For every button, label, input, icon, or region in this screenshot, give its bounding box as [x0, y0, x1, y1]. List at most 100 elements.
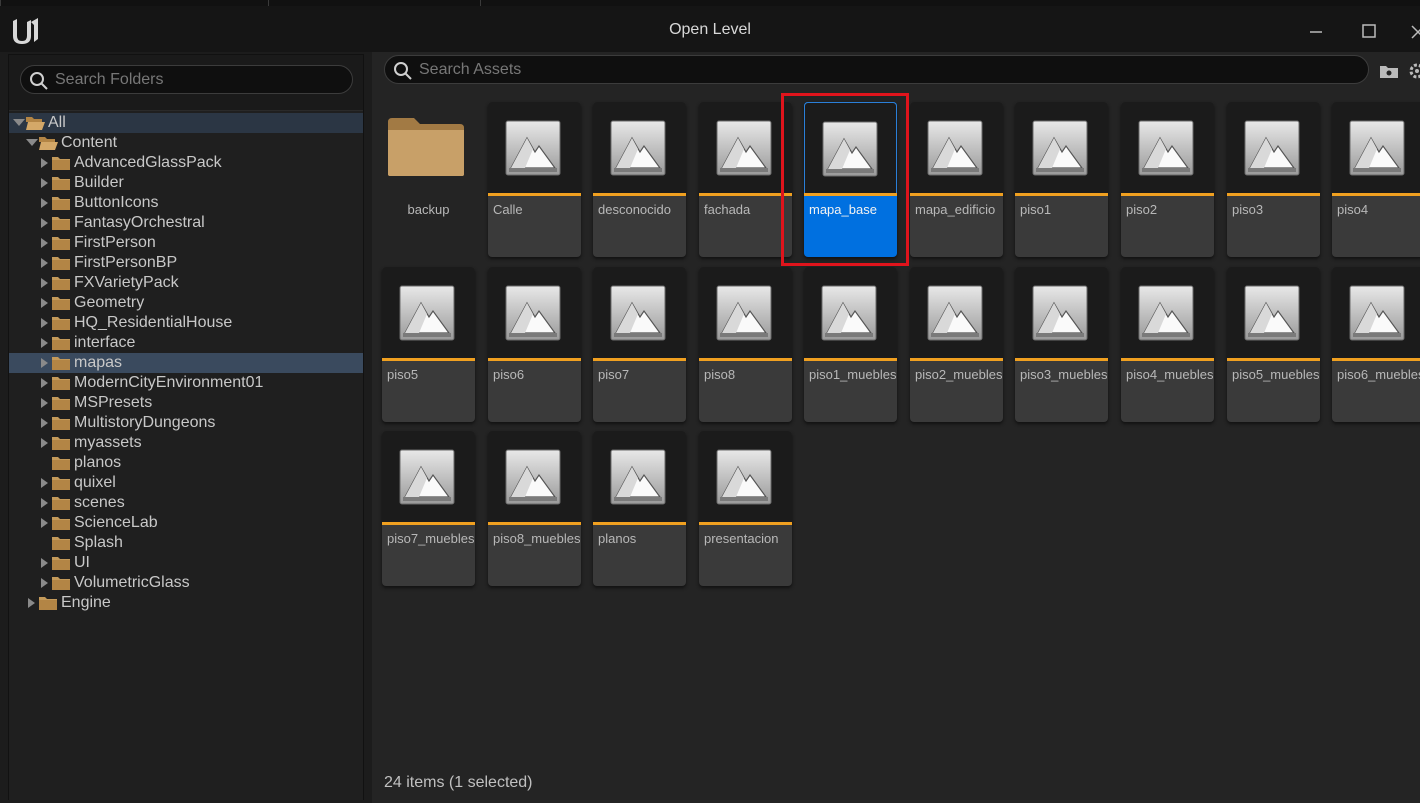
search-folders-box[interactable] [20, 65, 353, 94]
chevron-right-icon[interactable] [41, 498, 48, 508]
asset-level-tile[interactable]: piso6_muebles [1332, 267, 1420, 422]
asset-level-tile[interactable]: piso3_muebles [1015, 267, 1108, 422]
top-strip-segment [0, 0, 268, 6]
chevron-right-icon[interactable] [41, 398, 48, 408]
chevron-down-icon[interactable] [13, 119, 25, 126]
tree-item-interface[interactable]: interface [9, 333, 363, 353]
asset-level-tile[interactable]: piso8 [699, 267, 792, 422]
asset-level-tile[interactable]: planos [593, 431, 686, 586]
search-folders-input[interactable] [55, 66, 342, 93]
gear-icon[interactable] [1406, 60, 1420, 82]
chevron-down-icon[interactable] [26, 139, 38, 146]
asset-level-tile[interactable]: piso7 [593, 267, 686, 422]
asset-level-tile[interactable]: piso5 [382, 267, 475, 422]
tree-item-volumetricglass[interactable]: VolumetricGlass [9, 573, 363, 593]
folder-tree[interactable]: All Content AdvancedGlassPack Builder Button… [9, 110, 363, 800]
chevron-right-icon[interactable] [41, 478, 48, 488]
chevron-right-icon[interactable] [41, 258, 48, 268]
asset-level-tile[interactable]: piso5_muebles [1227, 267, 1320, 422]
chevron-right-icon[interactable] [41, 578, 48, 588]
asset-name: mapa_edificio [915, 202, 996, 217]
tree-item-label: ButtonIcons [74, 194, 159, 211]
asset-level-tile[interactable]: piso2 [1121, 102, 1214, 257]
folder-icon [51, 415, 71, 431]
chevron-right-icon[interactable] [41, 338, 48, 348]
asset-level-tile[interactable]: piso1 [1015, 102, 1108, 257]
maximize-icon[interactable] [1354, 16, 1384, 46]
close-icon[interactable] [1402, 16, 1420, 46]
chevron-right-icon[interactable] [28, 598, 35, 608]
chevron-right-icon[interactable] [41, 278, 48, 288]
tree-item-hq-residentialhouse[interactable]: HQ_ResidentialHouse [9, 313, 363, 333]
tree-item-multistorydungeons[interactable]: MultistoryDungeons [9, 413, 363, 433]
tree-item-label: Builder [74, 174, 124, 191]
chevron-right-icon[interactable] [41, 158, 48, 168]
asset-thumbnail [488, 102, 581, 194]
chevron-right-icon[interactable] [41, 358, 48, 368]
asset-level-tile[interactable]: Calle [488, 102, 581, 257]
chevron-right-icon[interactable] [41, 558, 48, 568]
tree-item-geometry[interactable]: Geometry [9, 293, 363, 313]
top-strip-segment [480, 0, 490, 6]
tree-item-moderncityenvironment01[interactable]: ModernCityEnvironment01 [9, 373, 363, 393]
asset-level-tile[interactable]: piso4_muebles [1121, 267, 1214, 422]
tree-item-scenes[interactable]: scenes [9, 493, 363, 513]
chevron-right-icon[interactable] [41, 418, 48, 428]
tree-item-firstperson[interactable]: FirstPerson [9, 233, 363, 253]
folder-view-icon[interactable] [1378, 60, 1400, 82]
search-assets-box[interactable] [384, 55, 1369, 84]
chevron-right-icon[interactable] [41, 218, 48, 228]
asset-level-tile[interactable]: piso2_muebles [910, 267, 1003, 422]
chevron-right-icon[interactable] [41, 518, 48, 528]
chevron-right-icon[interactable] [41, 198, 48, 208]
asset-level-tile[interactable]: piso4 [1332, 102, 1420, 257]
search-assets-input[interactable] [419, 56, 1358, 83]
asset-level-tile[interactable]: mapa_edificio [910, 102, 1003, 257]
tree-item-fxvarietypack[interactable]: FXVarietyPack [9, 273, 363, 293]
asset-level-tile[interactable]: presentacion [699, 431, 792, 586]
chevron-right-icon[interactable] [41, 318, 48, 328]
asset-name: piso5 [387, 367, 419, 382]
tree-item-sciencelab[interactable]: ScienceLab [9, 513, 363, 533]
tree-item-label: MSPresets [74, 394, 153, 411]
tree-item-mspresets[interactable]: MSPresets [9, 393, 363, 413]
asset-level-tile[interactable]: piso3 [1227, 102, 1320, 257]
asset-thumbnail [1015, 267, 1108, 359]
tree-item-ui[interactable]: UI [9, 553, 363, 573]
asset-level-tile[interactable]: piso7_muebles [382, 431, 475, 586]
chevron-right-icon[interactable] [41, 378, 48, 388]
asset-thumbnail [382, 431, 475, 523]
tree-item-quixel[interactable]: quixel [9, 473, 363, 493]
tree-item-mapas[interactable]: mapas [9, 353, 363, 373]
tree-item-fantasyorchestral[interactable]: FantasyOrchestral [9, 213, 363, 233]
chevron-right-icon[interactable] [41, 298, 48, 308]
asset-type-bar [488, 522, 581, 525]
asset-level-tile[interactable]: piso1_muebles [804, 267, 897, 422]
asset-level-tile[interactable]: piso8_muebles [488, 431, 581, 586]
tree-item-label: FXVarietyPack [74, 274, 179, 291]
chevron-right-icon[interactable] [41, 178, 48, 188]
tree-item-buttonicons[interactable]: ButtonIcons [9, 193, 363, 213]
asset-level-tile[interactable]: fachada [699, 102, 792, 257]
folder-icon [51, 395, 71, 411]
asset-thumbnail [1015, 102, 1108, 194]
asset-type-bar [382, 358, 475, 361]
tree-item-builder[interactable]: Builder [9, 173, 363, 193]
asset-name: piso7 [598, 367, 630, 382]
asset-level-tile[interactable]: piso6 [488, 267, 581, 422]
tree-item-firstpersonbp[interactable]: FirstPersonBP [9, 253, 363, 273]
chevron-right-icon[interactable] [41, 438, 48, 448]
tree-item-advancedglasspack[interactable]: AdvancedGlassPack [9, 153, 363, 173]
tree-item-engine[interactable]: Engine [9, 593, 363, 613]
chevron-right-icon[interactable] [41, 238, 48, 248]
tree-item-splash[interactable]: Splash [9, 533, 363, 553]
tree-item-all[interactable]: All [9, 113, 363, 133]
level-map-icon [927, 285, 983, 343]
minimize-icon[interactable] [1301, 16, 1331, 46]
tree-item-planos[interactable]: planos [9, 453, 363, 473]
tree-item-label: scenes [74, 494, 125, 511]
tree-item-content[interactable]: Content [9, 133, 363, 153]
asset-level-tile[interactable]: desconocido [593, 102, 686, 257]
tree-item-myassets[interactable]: myassets [9, 433, 363, 453]
asset-folder-tile[interactable]: backup [382, 102, 475, 257]
